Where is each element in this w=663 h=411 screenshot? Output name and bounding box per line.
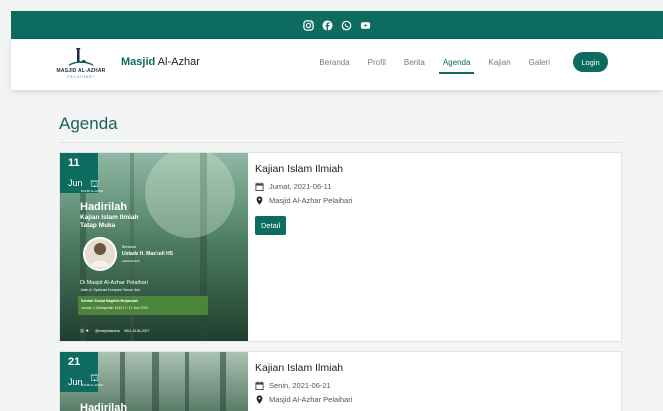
nav-item-kajian[interactable]: Kajian [479, 58, 519, 67]
instagram-icon[interactable] [303, 19, 314, 31]
event-date-text: Senin, 2021-06-21 [269, 381, 331, 390]
logo-subtext: PELAIHARI [67, 75, 95, 79]
poster-speaker-role: hafizhahullah [122, 259, 140, 263]
nav-item-berita[interactable]: Berita [395, 58, 434, 67]
event-date-text: Jumat, 2021-06-11 [269, 182, 332, 191]
whatsapp-icon[interactable] [341, 20, 352, 31]
event-card: 21 Jun ⛫ MASJID AL-AZHAR Hadirilah Kajia… [59, 351, 622, 411]
poster-address: Jalan A. Syahrani Komplek Taman Asri [80, 288, 141, 292]
title-divider [59, 142, 622, 143]
facebook-icon[interactable] [322, 19, 333, 31]
poster-footer-handle: @masjidalazhar [95, 329, 121, 333]
map-pin-icon [256, 395, 263, 404]
poster-with-label: Bersama [122, 245, 137, 249]
event-title[interactable]: Kajian Islam Ilmiah [255, 163, 352, 175]
poster-mini-logo: MASJID AL-AZHAR [81, 384, 104, 387]
poster-footer-phone: 0811-5136-2007 [124, 329, 150, 333]
event-date-row: Senin, 2021-06-21 [255, 381, 352, 390]
event-month: Jun [68, 178, 83, 188]
poster-heading: Hadirilah [80, 201, 128, 213]
main-nav: Beranda Profil Berita Agenda Kajian Gale… [310, 58, 559, 74]
poster-time-2: Jum'at, 1 Dzulqa'dah 1442 H / 11 Juni 20… [81, 306, 149, 310]
nav-item-agenda[interactable]: Agenda [434, 58, 480, 74]
calendar-icon [255, 381, 264, 390]
poster-social-icons: ◎ ● [80, 328, 89, 334]
event-location-row: Masjid Al-Azhar Pelaihari [255, 395, 352, 404]
poster-mini-logo: MASJID AL-AZHAR [81, 190, 104, 193]
calendar-icon [255, 182, 264, 191]
nav-item-galeri[interactable]: Galeri [520, 58, 559, 67]
social-bar [11, 11, 663, 39]
brand-name-bold: Masjid [121, 56, 156, 68]
event-info: Kajian Islam Ilmiah Senin, 2021-06-21 Ma… [255, 362, 352, 409]
nav-item-profil[interactable]: Profil [359, 58, 395, 67]
event-poster[interactable]: 11 Jun ⛫ MASJID AL-AZHAR Hadirilah Kajia… [60, 153, 248, 341]
logo-text: MASJID AL-AZHAR [56, 68, 106, 74]
event-location: Masjid Al-Azhar Pelaihari [269, 196, 353, 205]
event-title[interactable]: Kajian Islam Ilmiah [255, 362, 352, 374]
navbar: MASJID AL-AZHAR PELAIHARI Masjid Al-Azha… [11, 39, 663, 90]
poster-heading: Hadirilah [80, 402, 128, 411]
poster-subheading2: Tatap Muka [80, 222, 116, 229]
event-poster[interactable]: 21 Jun ⛫ MASJID AL-AZHAR Hadirilah [60, 352, 248, 411]
event-day: 11 [68, 157, 80, 169]
event-info: Kajian Islam Ilmiah Jumat, 2021-06-11 Ma… [255, 163, 352, 235]
map-pin-icon [256, 196, 263, 205]
brand-name[interactable]: Masjid Al-Azhar [121, 56, 200, 68]
login-button[interactable]: Login [573, 52, 608, 72]
poster-subheading: Kajian Islam Ilmiah [80, 214, 139, 221]
youtube-icon[interactable] [360, 20, 371, 31]
event-day: 21 [68, 356, 81, 368]
poster-time-1: Setelah Shalat Maghrib Berjamaah [81, 299, 139, 303]
event-location: Masjid Al-Azhar Pelaihari [269, 395, 353, 404]
nav-item-beranda[interactable]: Beranda [310, 58, 358, 67]
poster-venue: Di Masjid Al-Azhar Pelaihari [80, 280, 148, 286]
page-title: Agenda [59, 114, 118, 133]
event-card: 11 Jun ⛫ MASJID AL-AZHAR Hadirilah Kajia… [59, 152, 622, 342]
detail-button[interactable]: Detail [255, 216, 287, 235]
site-logo[interactable]: MASJID AL-AZHAR PELAIHARI [51, 47, 111, 83]
event-location-row: Masjid Al-Azhar Pelaihari [255, 196, 352, 205]
poster-speaker: Ustadz H. Mas'udi HS [122, 251, 173, 257]
brand-name-rest: Al-Azhar [155, 56, 200, 68]
event-date-row: Jumat, 2021-06-11 [255, 182, 352, 191]
